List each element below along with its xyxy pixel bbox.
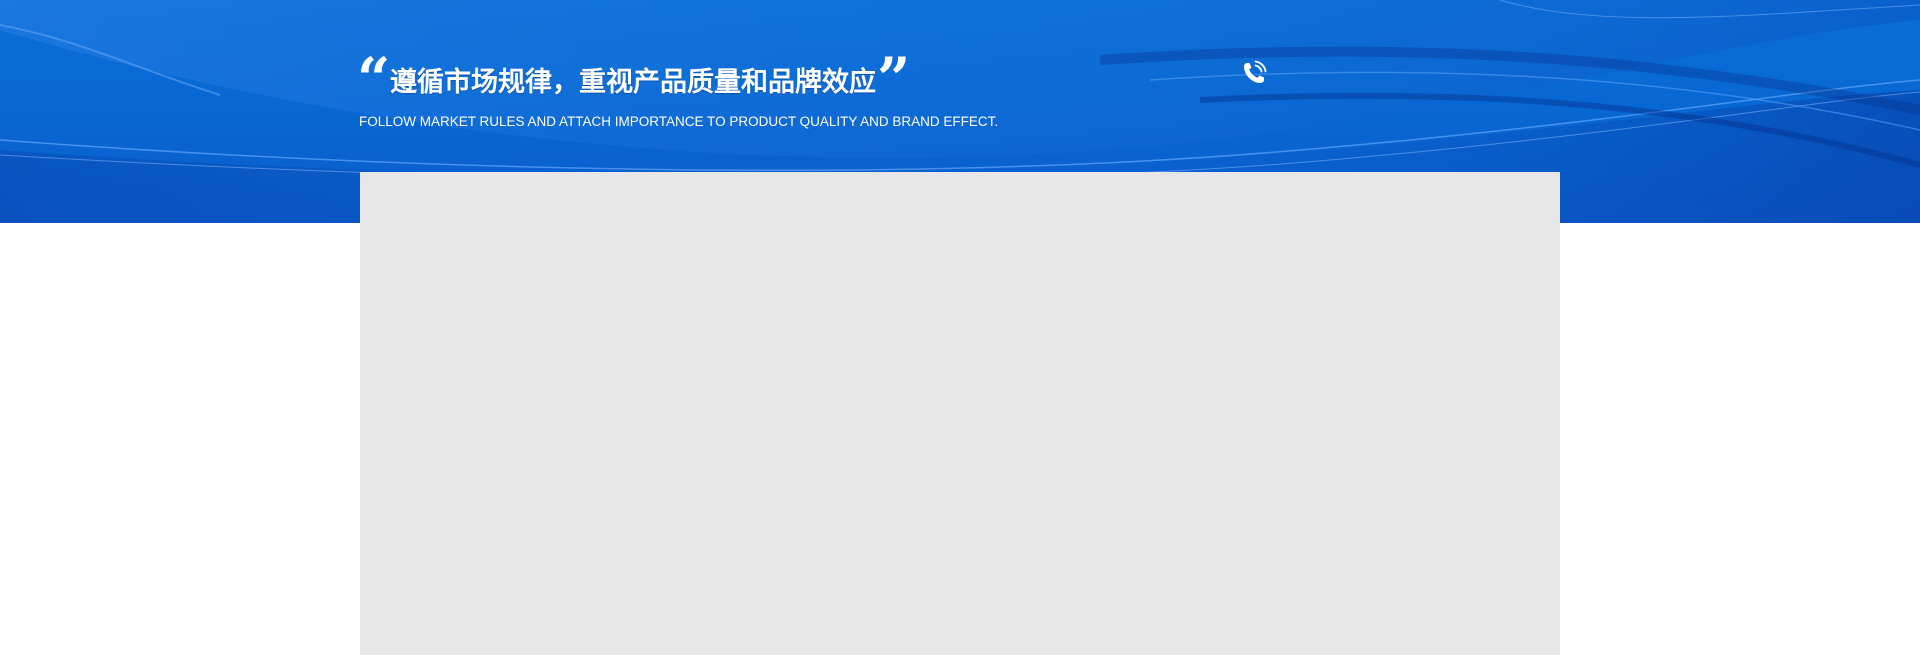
slogan-chinese: 遵循市场规律，重视产品质量和品牌效应 <box>390 67 876 98</box>
page: “ 遵循市场规律，重视产品质量和品牌效应 ” FOLLOW MARKET RUL… <box>0 0 1920 655</box>
slogan-english: FOLLOW MARKET RULES AND ATTACH IMPORTANC… <box>359 114 999 129</box>
phone-icon <box>1244 60 1267 83</box>
open-quote-mark: “ <box>357 45 391 113</box>
content-placeholder-panel <box>360 172 1560 655</box>
close-quote-mark: ” <box>877 45 911 113</box>
